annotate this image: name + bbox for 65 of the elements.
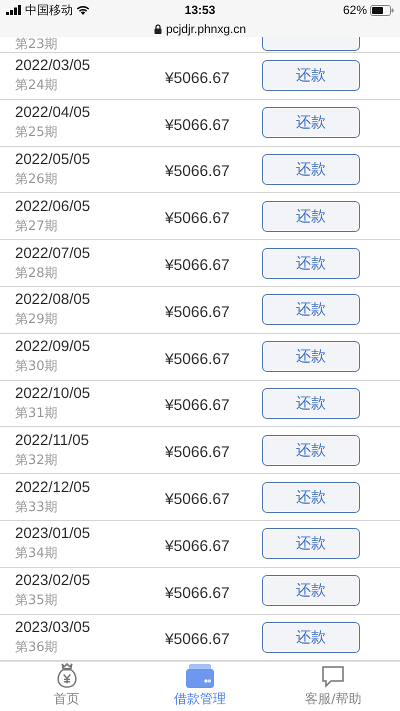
period-label: 第25期 <box>15 124 59 142</box>
repay-button[interactable]: 还款 <box>262 200 360 232</box>
due-date: 2022/04/05 <box>15 104 92 122</box>
amount: ¥5066.67 <box>165 538 231 556</box>
amount: ¥5066.67 <box>165 584 231 603</box>
battery-percent: 62% <box>342 3 367 17</box>
repay-button[interactable]: 还款 <box>262 388 360 419</box>
amount: ¥5066.67 <box>165 444 231 462</box>
amount: ¥5066.67 <box>165 304 231 322</box>
repay-button[interactable]: 还款 <box>262 60 360 92</box>
due-date: 2022/03/05 <box>15 57 92 74</box>
repay-button[interactable]: 还款 <box>262 154 360 185</box>
carrier-name: 中国移动 <box>25 2 73 18</box>
amount: ¥5066.67 <box>165 70 231 88</box>
repay-button[interactable]: 还款 <box>262 434 360 466</box>
amount: ¥5066.67 <box>165 397 231 416</box>
due-date: 2022/10/05 <box>15 384 92 402</box>
period-label: 第28期 <box>15 264 59 282</box>
lock-icon <box>154 24 162 34</box>
amount: ¥5066.67 <box>165 257 231 276</box>
due-date: 2023/02/05 <box>15 572 92 590</box>
due-date: 2022/12/05 <box>15 478 92 496</box>
period-label: 第23期 <box>15 37 59 52</box>
period-label: 第33期 <box>15 498 59 516</box>
period-label: 第32期 <box>15 452 59 469</box>
due-date: 2022/09/05 <box>15 338 92 356</box>
repay-button[interactable]: 还款 <box>262 294 360 326</box>
repay-button[interactable]: 还款 <box>262 107 360 138</box>
repay-button[interactable] <box>262 37 360 51</box>
due-date: 2022/11/05 <box>15 432 90 449</box>
repay-button[interactable]: 还款 <box>262 248 360 279</box>
tab[interactable]: 客服/帮助 <box>266 662 400 711</box>
due-date: 2022/05/05 <box>15 150 92 168</box>
repay-button[interactable]: 还款 <box>262 575 360 606</box>
amount: ¥5066.67 <box>165 491 231 510</box>
repay-button[interactable]: 还款 <box>262 528 360 560</box>
due-date: 2022/07/05 <box>15 244 92 262</box>
repay-button[interactable]: 还款 <box>262 341 360 372</box>
wifi-icon <box>76 5 90 15</box>
amount: ¥5066.67 <box>165 350 231 369</box>
due-date: 2022/08/05 <box>15 291 92 308</box>
repay-button[interactable]: 还款 <box>262 482 360 513</box>
due-date: 2022/06/05 <box>15 198 92 215</box>
battery-icon <box>370 4 394 16</box>
tab[interactable]: 首页 <box>0 662 134 711</box>
period-label: 第26期 <box>15 170 59 188</box>
amount: ¥5066.67 <box>165 163 231 182</box>
due-date: 2023/03/05 <box>15 618 92 636</box>
period-label: 第35期 <box>15 592 59 610</box>
period-label: 第30期 <box>15 358 59 376</box>
due-date: 2023/01/05 <box>15 525 92 542</box>
period-label: 第27期 <box>15 218 59 235</box>
amount: ¥5066.67 <box>165 631 231 650</box>
period-label: 第24期 <box>15 77 59 94</box>
tab[interactable]: 借款管理 <box>133 662 267 711</box>
signal-icon <box>6 5 22 15</box>
period-label: 第34期 <box>15 545 59 562</box>
page-url[interactable]: pcjdjr.phnxg.cn <box>166 22 246 36</box>
period-label: 第36期 <box>15 638 59 656</box>
amount: ¥5066.67 <box>165 116 231 135</box>
amount: ¥5066.67 <box>165 210 231 228</box>
repay-button[interactable]: 还款 <box>262 622 360 653</box>
period-label: 第31期 <box>15 404 59 422</box>
period-label: 第29期 <box>15 311 59 328</box>
clock-time: 13:53 <box>184 3 216 17</box>
